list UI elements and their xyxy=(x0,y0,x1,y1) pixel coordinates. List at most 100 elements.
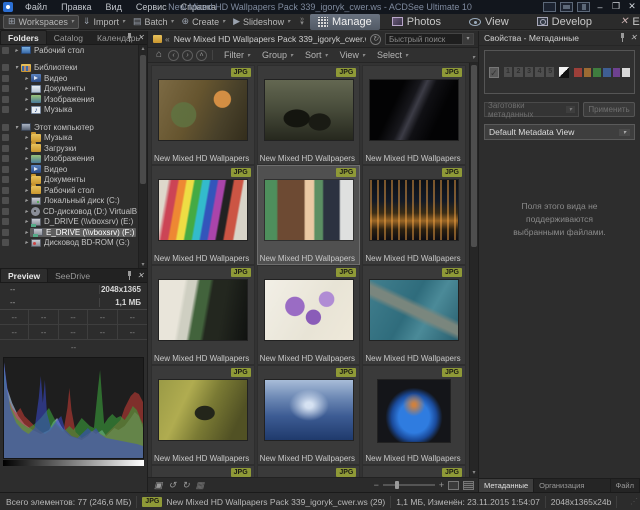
details-view-icon[interactable] xyxy=(463,481,474,490)
tree-item[interactable]: ▸Рабочий стол xyxy=(0,185,147,196)
tab-file[interactable]: Файл xyxy=(611,479,640,492)
file-item[interactable]: JPG xyxy=(257,465,361,477)
tree-item[interactable]: ▸Дисковод BD-ROM (G:) xyxy=(0,238,147,249)
mode-edit[interactable]: ✕ Edit xyxy=(612,14,640,30)
file-item[interactable]: JPG xyxy=(362,465,466,477)
tab-seedrive[interactable]: SeeDrive xyxy=(48,269,97,282)
toolbar-overflow-button[interactable]: »▾ xyxy=(300,18,304,26)
file-item[interactable]: JPGNew Mixed HD Wallpapers Pack... xyxy=(151,265,255,365)
color-label-orange[interactable] xyxy=(584,68,592,77)
apply-button[interactable]: Применить xyxy=(583,102,635,117)
file-item[interactable]: JPGNew Mixed HD Wallpapers Pack... xyxy=(362,165,466,265)
back-icon[interactable]: ‹ xyxy=(168,50,179,61)
tagged-checkbox[interactable]: ✓ xyxy=(489,67,499,78)
create-button[interactable]: ⊕ Create▾ xyxy=(178,15,230,29)
menu-edit[interactable]: Правка xyxy=(54,0,98,14)
layout-panel-icon[interactable] xyxy=(577,2,590,12)
tab-preview[interactable]: Preview xyxy=(0,268,48,282)
search-input[interactable]: Быстрый поиск xyxy=(385,33,463,45)
copy-icon[interactable]: ▦ xyxy=(196,480,205,491)
mode-manage[interactable]: Manage xyxy=(310,14,380,30)
menu-tools[interactable]: Сервис xyxy=(129,0,174,14)
filterbar-overflow-icon[interactable]: ▾ xyxy=(472,54,475,61)
search-dropdown-icon[interactable]: ▾ xyxy=(463,33,474,45)
tab-metadata[interactable]: Метаданные xyxy=(479,479,534,492)
color-label-green[interactable] xyxy=(593,68,601,77)
mode-develop[interactable]: Develop xyxy=(529,14,600,30)
tree-item[interactable]: ▸Видео xyxy=(0,164,147,175)
workspaces-button[interactable]: ⊞ Workspaces▾ xyxy=(3,15,79,29)
close-pane-icon[interactable]: ✕ xyxy=(137,33,144,42)
mode-photos[interactable]: Photos xyxy=(384,14,449,30)
file-item[interactable]: JPGNew Mixed HD Wallpapers Pack... xyxy=(362,65,466,165)
file-item[interactable]: JPGNew Mixed HD Wallpapers Pack... xyxy=(257,365,361,465)
color-label-red[interactable] xyxy=(574,68,582,77)
rating-5[interactable]: 5 xyxy=(546,67,555,77)
up-icon[interactable]: ˄ xyxy=(196,50,207,61)
tab-folders[interactable]: Folders xyxy=(0,30,47,44)
view-menu[interactable]: View▾ xyxy=(334,50,371,60)
rotate-left-icon[interactable]: ↺ xyxy=(169,480,177,491)
menu-view[interactable]: Вид xyxy=(99,0,129,14)
pin-icon[interactable] xyxy=(620,33,625,42)
thumbnail-size-slider[interactable] xyxy=(383,484,435,486)
color-label-blue[interactable] xyxy=(603,68,611,77)
rating-4[interactable]: 4 xyxy=(535,67,544,77)
file-item[interactable]: JPGNew Mixed HD Wallpapers Pack... xyxy=(362,365,466,465)
tree-item[interactable]: ▾Библиотеки xyxy=(0,63,147,74)
tree-item[interactable]: ▾Этот компьютер xyxy=(0,122,147,133)
resize-grip[interactable]: ⋰ xyxy=(630,497,638,506)
tree-item[interactable]: ▸Локальный диск (C:) xyxy=(0,196,147,207)
slideshow-button[interactable]: ▶ Slideshow▾ xyxy=(229,15,294,29)
metadata-presets-select[interactable]: Заготовки метаданных▾ xyxy=(484,102,579,117)
tree-item-selected[interactable]: ▸E_DRIVE (\\vboxsrv) (F:) xyxy=(0,227,147,238)
menu-help[interactable]: Справка xyxy=(174,0,223,14)
tree-scrollbar[interactable]: ▴▾ xyxy=(138,45,147,268)
breadcrumb-collapse[interactable]: « xyxy=(165,34,170,44)
file-item[interactable]: JPGNew Mixed HD Wallpapers Pack... xyxy=(257,265,361,365)
tree-item[interactable]: ▸Документы xyxy=(0,84,147,95)
layout-single-icon[interactable] xyxy=(543,2,556,12)
tree-item[interactable]: ▸Изображения xyxy=(0,154,147,165)
tree-item[interactable]: ▸Видео xyxy=(0,73,147,84)
minimize-button[interactable]: – xyxy=(594,2,606,12)
color-label-none[interactable] xyxy=(622,68,630,77)
tab-catalog[interactable]: Catalog xyxy=(47,31,90,44)
file-item[interactable]: JPGNew Mixed HD Wallpapers Pack... xyxy=(151,365,255,465)
tree-item[interactable]: ▸♪Музыка xyxy=(0,105,147,116)
thumbs-view-icon[interactable] xyxy=(448,481,459,490)
file-item[interactable]: JPGNew Mixed HD Wallpapers Pack... xyxy=(151,165,255,265)
file-item[interactable]: JPG xyxy=(151,465,255,477)
rating-1[interactable]: 1 xyxy=(504,67,513,77)
home-icon[interactable]: ⌂ xyxy=(153,50,165,61)
file-item[interactable]: JPGNew Mixed HD Wallpapers Pack... xyxy=(362,265,466,365)
layout-split-icon[interactable] xyxy=(560,2,573,12)
close-pane-icon[interactable]: ✕ xyxy=(137,271,144,280)
file-item[interactable]: JPGNew Mixed HD Wallpapers Pack... xyxy=(151,65,255,165)
pin-icon[interactable] xyxy=(127,271,132,280)
pin-icon[interactable] xyxy=(127,33,132,42)
rating-2[interactable]: 2 xyxy=(514,67,523,77)
share-image-icon[interactable]: ▣ xyxy=(154,480,163,491)
tree-item[interactable]: ▸Музыка xyxy=(0,133,147,144)
zoom-in-icon[interactable]: + xyxy=(439,480,444,490)
file-item[interactable]: JPGNew Mixed HD Wallpapers Pack... xyxy=(257,65,361,165)
sort-menu[interactable]: Sort▾ xyxy=(299,50,334,60)
group-menu[interactable]: Group▾ xyxy=(256,50,299,60)
metadata-view-select[interactable]: Default Metadata View▾ xyxy=(484,124,635,140)
maximize-button[interactable]: ❒ xyxy=(610,1,622,12)
tab-organize[interactable]: Организация данных xyxy=(534,479,610,492)
close-button[interactable]: ✕ xyxy=(626,1,638,12)
tree-item[interactable]: ▸Документы xyxy=(0,175,147,186)
color-label-purple[interactable] xyxy=(613,68,621,77)
rotate-right-icon[interactable]: ↻ xyxy=(182,480,190,491)
rating-3[interactable]: 3 xyxy=(525,67,534,77)
close-pane-icon[interactable]: ✕ xyxy=(630,33,637,42)
import-button[interactable]: ⇓ Import▾ xyxy=(79,15,129,29)
sync-icon[interactable]: ↻ xyxy=(370,34,381,45)
menu-file[interactable]: Файл xyxy=(18,0,54,14)
filter-menu[interactable]: Filter▾ xyxy=(218,50,256,60)
tree-item[interactable]: ▸Изображения xyxy=(0,94,147,105)
tree-item[interactable]: ▸Загрузки xyxy=(0,143,147,154)
tag-toggle-icon[interactable] xyxy=(559,67,568,78)
